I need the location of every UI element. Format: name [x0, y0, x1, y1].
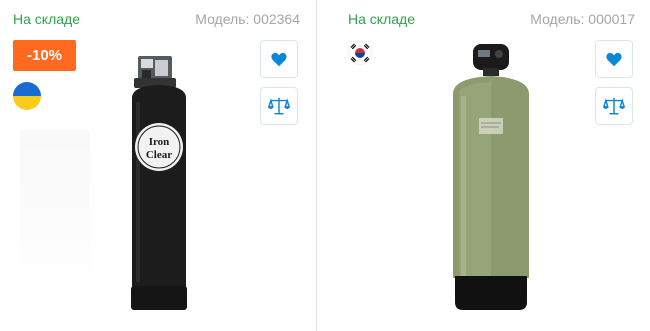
- stock-status: На складе: [348, 11, 415, 27]
- scales-icon: [268, 97, 290, 115]
- product-image-filter-tank[interactable]: [441, 40, 541, 316]
- heart-icon: [271, 52, 287, 67]
- product-card[interactable]: На складе Модель: 000017: [333, 0, 650, 331]
- background-shadow: [20, 130, 90, 310]
- compare-button[interactable]: [595, 87, 633, 125]
- card-divider: [316, 0, 317, 331]
- heart-icon: [606, 52, 622, 67]
- favorite-button[interactable]: [595, 40, 633, 78]
- discount-badge: -10%: [13, 40, 76, 71]
- product-card[interactable]: На складе Модель: 002364 -10% Iron Clear: [0, 0, 316, 331]
- stock-status: На складе: [13, 11, 80, 27]
- favorite-button[interactable]: [260, 40, 298, 78]
- brand-label-line2: Clear: [146, 149, 172, 161]
- brand-label: Iron: [149, 136, 170, 148]
- south-korea-flag-icon: [348, 41, 372, 65]
- ukraine-flag-icon: [13, 82, 41, 110]
- compare-button[interactable]: [260, 87, 298, 125]
- product-image-iron-clear[interactable]: Iron Clear: [112, 50, 207, 315]
- scales-icon: [603, 97, 625, 115]
- model-number: Модель: 000017: [530, 11, 635, 27]
- model-number: Модель: 002364: [195, 11, 300, 27]
